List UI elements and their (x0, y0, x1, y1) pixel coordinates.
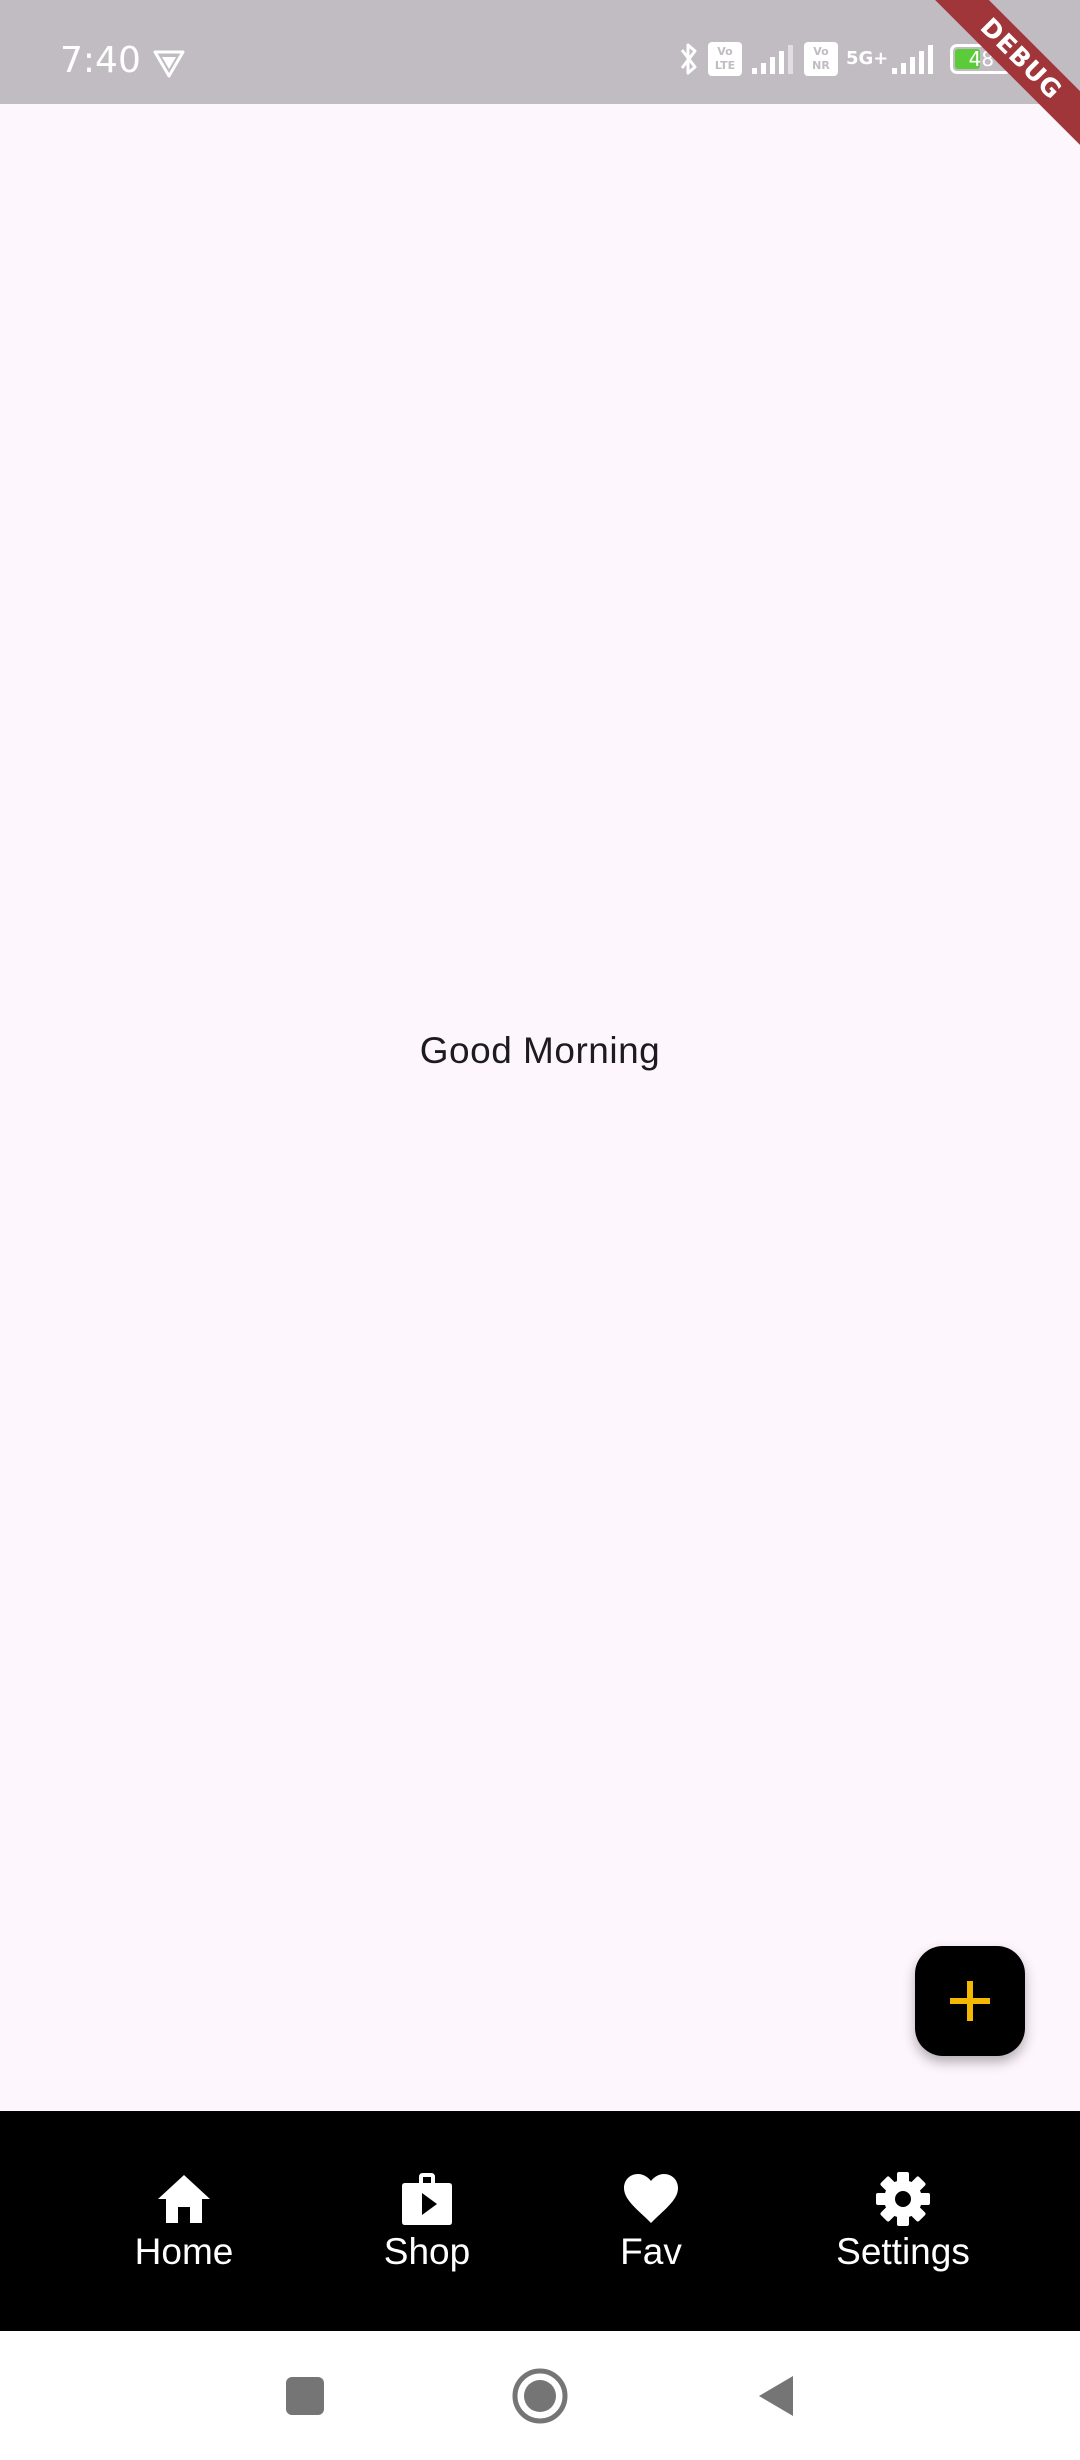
recents-square-icon (286, 2377, 324, 2415)
status-bar: 7:40 Vo LTE Vo NR 5G+ 48 (0, 0, 1080, 104)
network-type-label: 5G+ (846, 48, 889, 69)
home-circle-icon (512, 2368, 568, 2424)
5g-signal-icon (892, 45, 934, 74)
nav-item-home[interactable]: Home (104, 2111, 264, 2331)
nav-label-fav: Fav (620, 2231, 682, 2272)
nav-label-settings: Settings (836, 2231, 970, 2272)
status-time: 7:40 (60, 40, 141, 81)
nav-item-shop[interactable]: Shop (347, 2111, 507, 2331)
gear-icon (876, 2172, 930, 2226)
home-icon (158, 2175, 210, 2223)
vonr-icon: Vo NR (804, 42, 838, 76)
nav-item-settings[interactable]: Settings (813, 2111, 993, 2331)
add-fab-button[interactable] (915, 1946, 1025, 2056)
back-triangle-icon (759, 2376, 793, 2416)
volte-icon: Vo LTE (708, 42, 742, 76)
vpn-shield-icon (153, 50, 185, 78)
shopping-bag-icon (402, 2173, 452, 2225)
nav-item-fav[interactable]: Fav (571, 2111, 731, 2331)
bluetooth-icon (680, 43, 697, 75)
greeting-text: Good Morning (419, 1030, 661, 1071)
system-navigation-bar (0, 2331, 1080, 2460)
bottom-navigation-bar: Home Shop Fav Settings (0, 2111, 1080, 2331)
plus-icon (950, 1981, 990, 2021)
nav-label-shop: Shop (383, 2231, 471, 2272)
charging-bolt-icon (1022, 45, 1035, 73)
battery-level: 48 (968, 47, 995, 71)
status-icons: Vo LTE Vo NR 5G+ 48 (678, 40, 1036, 78)
back-button[interactable] (740, 2361, 810, 2431)
heart-icon (624, 2174, 678, 2223)
recents-button[interactable] (270, 2361, 340, 2431)
signal-icon (752, 45, 793, 74)
battery-icon: 48 (950, 44, 1019, 74)
nav-label-home: Home (134, 2231, 234, 2272)
home-nav-button[interactable] (505, 2361, 575, 2431)
